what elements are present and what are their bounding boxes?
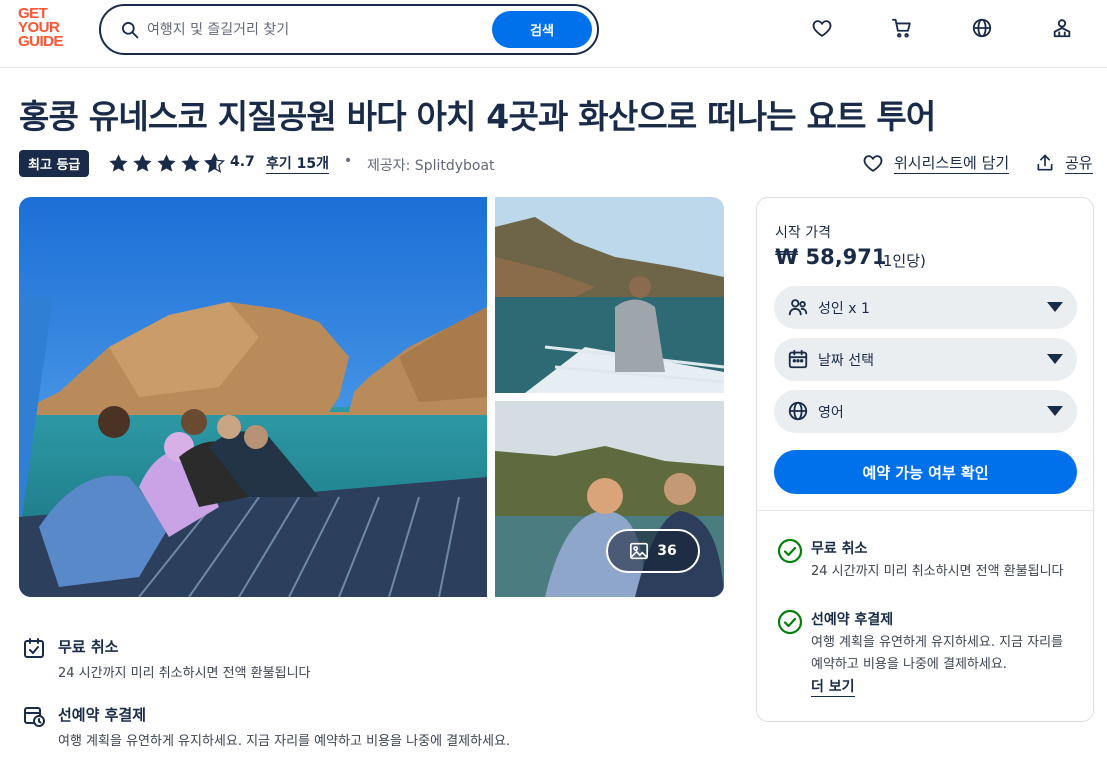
share-icon [1037,154,1053,171]
reviews-link[interactable]: 후기 15개 [266,153,329,174]
calendar-icon [788,349,808,369]
rating-value: 4.7 [230,154,255,170]
calendar-check-icon [24,638,44,658]
perk-title: 무료 취소 [811,541,868,557]
price-unit: (1인당) [877,252,926,270]
half-star-icon [203,152,226,173]
getyourguide-logo[interactable]: GET YOUR GUIDE [18,6,78,53]
photo-count-label: 36 [657,543,677,559]
participants-icon [788,299,808,316]
heart-icon [863,155,883,172]
chevron-down-icon [1047,354,1063,364]
language-select[interactable]: 영어 [774,390,1077,433]
secondary-photo-top[interactable] [495,197,724,393]
language-value: 영어 [818,405,844,421]
boat-deck-photo [19,197,487,597]
star-icon [181,154,200,172]
woman-on-boat-photo [495,197,724,393]
globe-icon [788,401,808,421]
page-title: 홍콩 유네스코 지질공원 바다 아치 4곳과 화산으로 떠나는 요트 투어 [19,97,936,136]
card-divider [757,510,1093,511]
booking-card: 시작 가격 ₩ 58,971 (1인당) 성인 x 1 날짜 선택 영어 예약 … [756,197,1094,722]
share-label: 공유 [1065,154,1093,174]
main-photo[interactable] [19,197,487,597]
read-more-link[interactable]: 더 보기 [811,676,855,697]
check-circle-icon [777,538,803,564]
top-header: GET YOUR GUIDE 검색 [0,0,1107,68]
wishlist-button[interactable]: 위시리스트에 담기 [862,152,1010,174]
participants-value: 성인 x 1 [818,301,870,317]
logo-line-3: GUIDE [18,33,64,50]
check-circle-icon [777,609,803,635]
feature-desc: 24 시간까지 미리 취소하시면 전액 환불됩니다 [58,666,311,681]
image-icon [630,542,649,560]
perk-desc: 여행 계획을 유연하게 유지하세요. 지금 자리를 예약하고 비용을 나중에 결… [811,635,1064,672]
check-availability-button[interactable]: 예약 가능 여부 확인 [774,450,1077,494]
search-icon [122,22,139,39]
search-bar: 검색 [99,4,599,55]
search-button[interactable]: 검색 [492,11,592,48]
star-icon [157,154,176,172]
provider-text: 제공자: Splitdyboat [367,158,495,174]
date-select[interactable]: 날짜 선택 [774,338,1077,381]
meta-row: 최고 등급 4.7 후기 15개 • 제공자: Splitdyboat 위시리스… [19,150,1094,177]
share-button[interactable]: 공유 [1035,152,1093,174]
globe-icon[interactable] [970,16,994,40]
chevron-down-icon [1047,406,1063,416]
price-label: 시작 가격 [775,225,831,241]
rating-stars [107,152,226,175]
star-icon [133,154,152,172]
wishlist-label: 위시리스트에 담기 [894,154,1010,174]
top-rated-badge: 최고 등급 [19,150,90,177]
feature-desc: 여행 계획을 유연하게 유지하세요. 지금 자리를 예약하고 비용을 나중에 결… [58,734,511,749]
calendar-clock-icon [24,707,45,727]
separator-dot: • [344,153,353,169]
view-all-photos-button[interactable]: 36 [606,529,700,573]
heart-icon[interactable] [810,16,834,40]
participants-select[interactable]: 성인 x 1 [774,286,1077,329]
feature-title: 무료 취소 [58,638,119,656]
price-value: ₩ 58,971 [775,245,887,269]
feature-title: 선예약 후결제 [58,706,147,724]
search-input[interactable] [147,16,477,44]
date-value: 날짜 선택 [818,353,874,369]
perk-title: 선예약 후결제 [811,612,894,628]
star-icon [109,154,128,172]
chevron-down-icon [1047,302,1063,312]
cart-icon[interactable] [890,16,914,40]
account-icon[interactable] [1050,16,1074,40]
perk-desc: 24 시간까지 미리 취소하시면 전액 환불됩니다 [811,564,1064,579]
